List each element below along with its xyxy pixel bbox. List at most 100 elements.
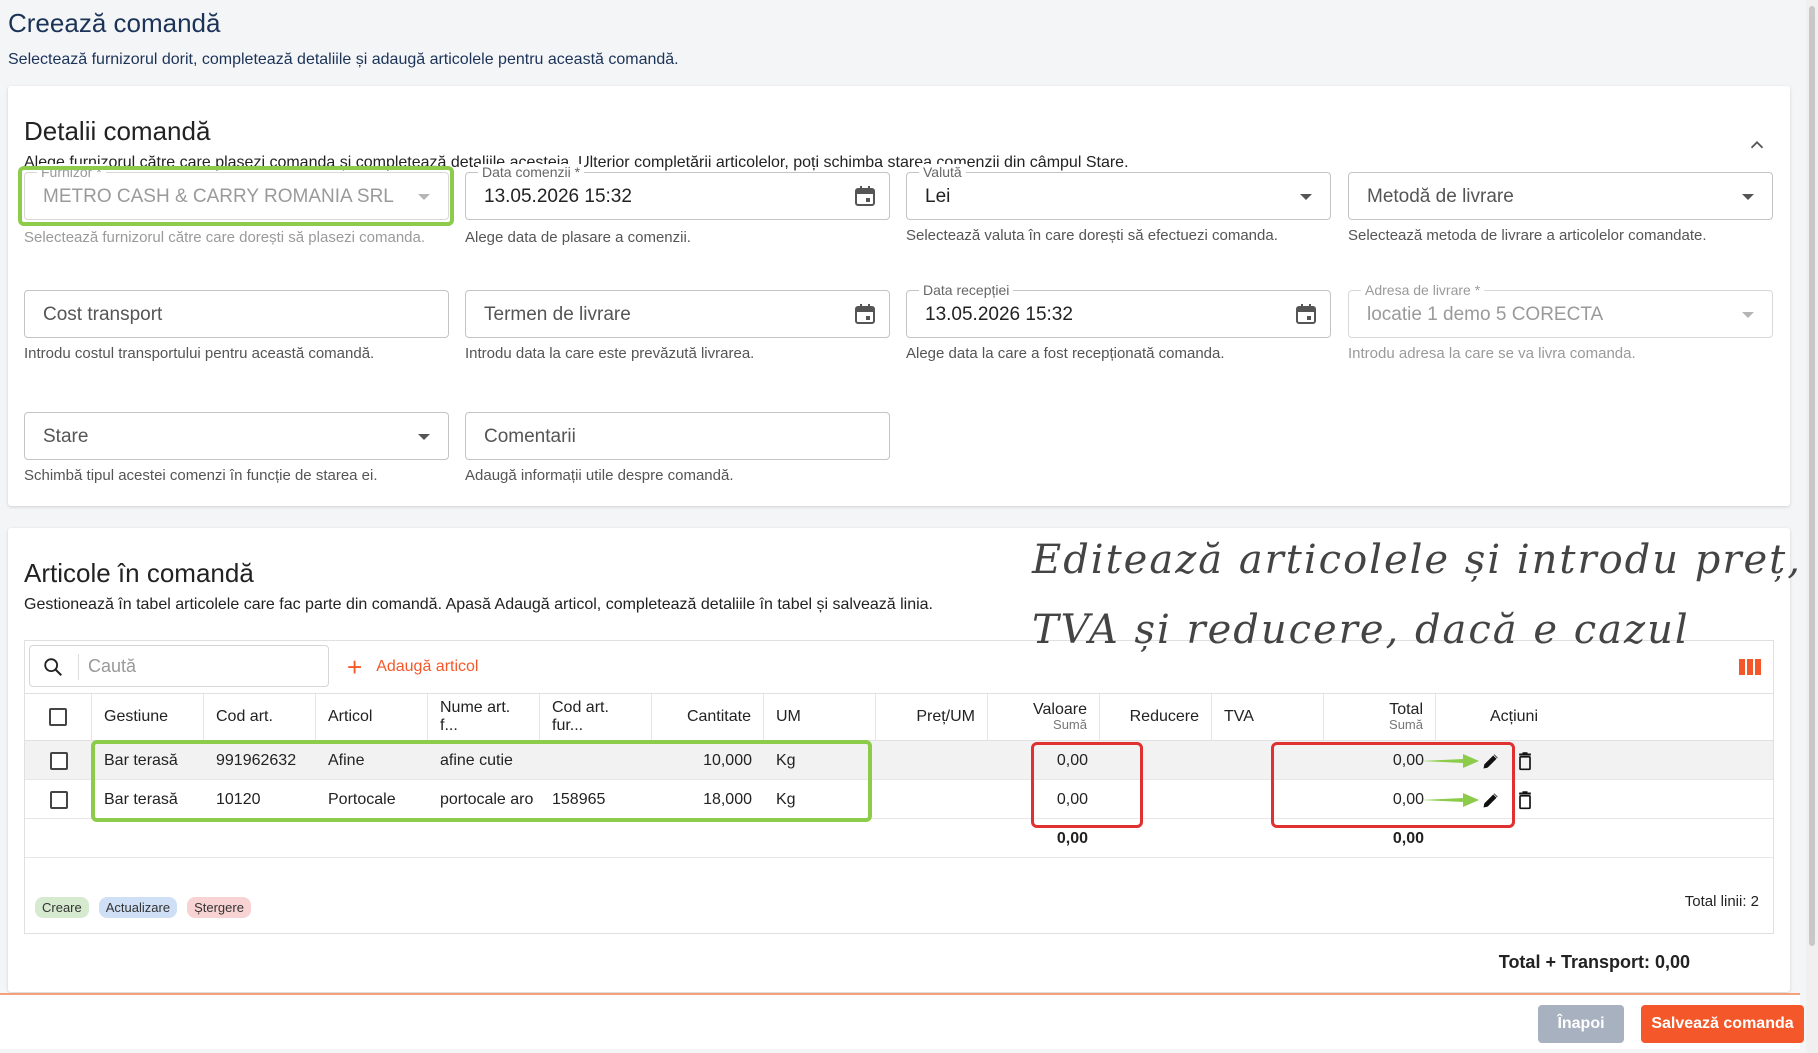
scrollbar[interactable]: [1806, 0, 1818, 1053]
order-date-field[interactable]: Data comenzii * 13.05.2026 15:32: [465, 164, 890, 220]
table-row[interactable]: Bar terasă 991962632 Afine afine cutie 1…: [25, 741, 1773, 780]
delivery-address-label: Adresa de livrare *: [1361, 282, 1485, 298]
status-helper: Schimbă tipul acestei comenzi în funcție…: [24, 467, 378, 484]
order-date-label: Data comenzii *: [478, 164, 585, 180]
footer-bar: Înapoi Salvează comanda: [0, 993, 1804, 1049]
col-nume-art[interactable]: Nume art. f...: [428, 694, 540, 740]
trash-icon[interactable]: [1515, 790, 1535, 810]
row-checkbox[interactable]: [49, 751, 68, 770]
articles-description: Gestionează în tabel articolele care fac…: [24, 596, 933, 613]
col-valoare[interactable]: Valoare Sumă: [988, 694, 1100, 740]
select-all-checkbox[interactable]: [49, 708, 67, 726]
total-total: 0,00: [1392, 829, 1424, 847]
currency-helper: Selectează valuta în care dorești să efe…: [906, 227, 1278, 244]
cell-valoare: 0,00: [1056, 751, 1088, 769]
page-subtitle: Selectează furnizorul dorit, completează…: [8, 51, 679, 68]
order-date-value: 13.05.2026 15:32: [484, 186, 632, 207]
reception-date-value: 13.05.2026 15:32: [925, 304, 1073, 325]
supplier-select[interactable]: Furnizor * METRO CASH & CARRY ROMANIA SR…: [24, 164, 449, 220]
col-tva[interactable]: TVA: [1212, 694, 1324, 740]
back-button[interactable]: Înapoi: [1538, 1005, 1624, 1043]
transport-cost-placeholder: Cost transport: [43, 304, 163, 325]
cell-cantitate: 18,000: [703, 790, 752, 808]
pencil-icon[interactable]: [1481, 751, 1501, 771]
delivery-term-field[interactable]: Termen de livrare: [465, 290, 890, 338]
cell-cod-art: 991962632: [216, 751, 297, 769]
trash-icon[interactable]: [1515, 751, 1535, 771]
details-title: Detalii comandă: [24, 116, 211, 146]
row-state-legend: Creare Actualizare Ștergere: [35, 897, 251, 918]
grand-total: Total + Transport: 0,00: [1498, 952, 1690, 972]
caret-down-icon: [418, 434, 430, 440]
col-cantitate[interactable]: Cantitate: [652, 694, 764, 740]
delivery-address-helper: Introdu adresa la care se va livra coman…: [1348, 345, 1636, 362]
scrollbar-thumb[interactable]: [1809, 6, 1815, 946]
reception-date-helper: Alege data la care a fost recepționată c…: [906, 345, 1225, 362]
delivery-method-placeholder: Metodă de livrare: [1367, 186, 1514, 207]
delivery-term-helper: Introdu data la care este prevăzută livr…: [465, 345, 755, 362]
currency-label: Valută: [919, 164, 966, 180]
col-cod-art-fur[interactable]: Cod art. fur...: [540, 694, 652, 740]
currency-select[interactable]: Valută Lei: [906, 164, 1331, 220]
pencil-icon[interactable]: [1481, 790, 1501, 810]
cell-um: Kg: [776, 751, 796, 769]
articles-table: Caută + Adaugă articol Gestiune Cod art.…: [24, 640, 1774, 934]
cell-tva: [1212, 780, 1236, 819]
transport-cost-helper: Introdu costul transportului pentru acea…: [24, 345, 375, 362]
save-order-button[interactable]: Salvează comanda: [1641, 1005, 1804, 1043]
chevron-up-icon[interactable]: [1746, 134, 1768, 156]
col-articol[interactable]: Articol: [316, 694, 428, 740]
cell-pret: [876, 741, 988, 780]
col-total[interactable]: Total Sumă: [1324, 694, 1436, 740]
transport-cost-input[interactable]: Cost transport: [24, 290, 449, 338]
col-pret[interactable]: Preț/UM: [876, 694, 988, 740]
cell-valoare: 0,00: [1056, 790, 1088, 808]
delivery-method-select[interactable]: Metodă de livrare: [1348, 172, 1773, 220]
row-select: [25, 780, 92, 819]
caret-down-icon: [1742, 312, 1754, 318]
delivery-address-select[interactable]: Adresa de livrare * locatie 1 demo 5 COR…: [1348, 282, 1773, 338]
table-row[interactable]: Bar terasă 10120 Portocale portocale aro…: [25, 780, 1773, 819]
col-valoare-sub: Sumă: [1053, 717, 1087, 732]
cell-nume-art: afine cutie: [440, 751, 513, 769]
calendar-icon[interactable]: [1294, 302, 1318, 326]
search-input[interactable]: Caută: [29, 645, 329, 687]
row-checkbox[interactable]: [49, 790, 68, 809]
col-total-sub: Sumă: [1389, 717, 1423, 732]
status-select[interactable]: Stare: [24, 412, 449, 460]
comments-helper: Adaugă informații utile despre comandă.: [465, 467, 734, 484]
caret-down-icon: [418, 194, 430, 200]
cell-articol: Portocale: [328, 790, 396, 808]
calendar-icon[interactable]: [853, 184, 877, 208]
col-cod-art[interactable]: Cod art.: [204, 694, 316, 740]
col-gestiune[interactable]: Gestiune: [92, 694, 204, 740]
cell-cantitate: 10,000: [703, 751, 752, 769]
cell-reducere: [1100, 780, 1212, 819]
caret-down-icon: [1300, 194, 1312, 200]
cell-nume-art: portocale aro: [440, 790, 534, 808]
delivery-address-value: locatie 1 demo 5 CORECTA: [1367, 304, 1604, 325]
col-valoare-label: Valoare: [1033, 701, 1087, 718]
reception-date-field[interactable]: Data recepției 13.05.2026 15:32: [906, 282, 1331, 338]
cell-gestiune: Bar terasă: [104, 751, 178, 769]
calendar-icon[interactable]: [853, 302, 877, 326]
page-title: Creează comandă: [8, 8, 221, 38]
col-reducere[interactable]: Reducere: [1100, 694, 1212, 740]
cell-articol: Afine: [328, 751, 365, 769]
total-valoare: 0,00: [1056, 829, 1088, 847]
comments-input[interactable]: Comentarii: [465, 412, 890, 460]
order-details-card: Detalii comandă Alege furnizorul către c…: [8, 86, 1790, 506]
cell-total: 0,00: [1392, 790, 1424, 808]
badge-update: Actualizare: [98, 897, 178, 918]
search-placeholder: Caută: [88, 656, 137, 676]
col-um[interactable]: UM: [764, 694, 876, 740]
cell-um: Kg: [776, 790, 796, 808]
cell-total: 0,00: [1392, 751, 1424, 769]
annotation-text: Editează articolele și introdu preț, TVA…: [1032, 525, 1802, 665]
supplier-value: METRO CASH & CARRY ROMANIA SRL: [43, 186, 394, 207]
add-article-button[interactable]: + Adaugă articol: [347, 653, 478, 681]
order-date-helper: Alege data de plasare a comenzii.: [465, 229, 691, 246]
add-article-label: Adaugă articol: [376, 658, 479, 675]
cell-reducere: [1100, 741, 1212, 780]
plus-icon: +: [347, 652, 363, 682]
